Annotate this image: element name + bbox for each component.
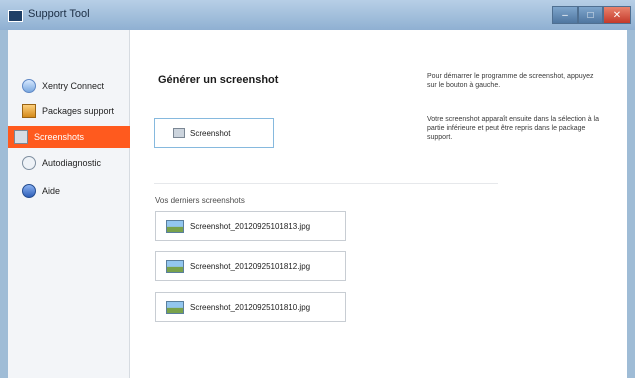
camera-icon [173,128,185,138]
recent-screenshots-label: Vos derniers screenshots [155,196,245,205]
sidebar-item-xentry-connect[interactable]: Xentry Connect [16,75,130,97]
package-icon [22,104,36,118]
sidebar-item-label: Autodiagnostic [42,158,102,168]
sidebar-item-packages-support[interactable]: Packages support [16,100,130,122]
title-bar[interactable]: Support Tool – □ ✕ [0,0,635,30]
maximize-button[interactable]: □ [578,6,603,24]
page-title: Générer un screenshot [158,74,279,86]
image-file-icon [166,300,184,314]
sidebar-item-label: Xentry Connect [42,81,105,91]
image-file-icon [166,259,184,273]
sidebar-item-label: Screenshots [34,132,85,142]
image-file-icon [166,219,184,233]
minimize-button[interactable]: – [552,6,578,24]
sidebar-item-screenshots[interactable]: Screenshots [8,126,130,148]
help-icon [22,184,36,198]
globe-icon [22,79,36,93]
sidebar-item-label: Packages support [42,106,115,116]
sidebar: Xentry Connect Packages support Screensh… [8,30,130,378]
screenshot-icon [14,130,28,144]
sidebar-item-aide[interactable]: Aide [16,180,130,202]
main-panel: Générer un screenshot Screenshot Pour dé… [130,30,627,378]
screenshot-file-name: Screenshot_20120925101813.jpg [190,221,311,231]
screenshot-file-name: Screenshot_20120925101812.jpg [190,261,311,271]
section-divider [154,183,498,184]
help-text-start: Pour démarrer le programme de screenshot… [427,73,594,89]
sidebar-item-autodiagnostic[interactable]: Autodiagnostic [16,152,130,174]
window-title: Support Tool [28,8,90,20]
app-icon [8,10,23,22]
close-button[interactable]: ✕ [603,6,631,24]
help-text-result: Votre screenshot apparaît ensuite dans l… [427,116,599,141]
screenshot-file-item[interactable]: Screenshot_20120925101810.jpg [155,292,346,322]
take-screenshot-label: Screenshot [190,128,231,138]
diagnostic-icon [22,156,36,170]
screenshot-file-name: Screenshot_20120925101810.jpg [190,302,311,312]
screenshot-file-item[interactable]: Screenshot_20120925101812.jpg [155,251,346,281]
sidebar-item-label: Aide [42,186,61,196]
screenshot-file-item[interactable]: Screenshot_20120925101813.jpg [155,211,346,241]
take-screenshot-button[interactable]: Screenshot [154,118,274,148]
